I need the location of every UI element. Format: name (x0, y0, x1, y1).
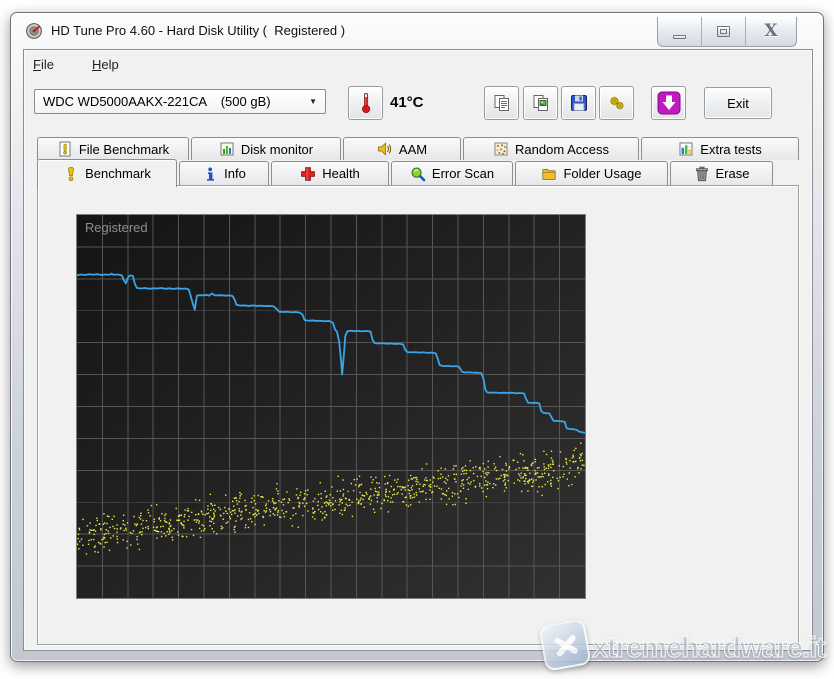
app-icon (25, 22, 43, 40)
file-benchmark-icon (57, 141, 73, 157)
minimize-button[interactable] (658, 17, 702, 46)
tab-label: File Benchmark (78, 141, 170, 157)
menu-item-help[interactable]: Help (84, 55, 127, 77)
save-icon (570, 94, 588, 112)
menubar: File Help (25, 55, 127, 77)
caption-buttons: X (657, 17, 797, 47)
tab-info[interactable]: Info (179, 161, 269, 185)
copy-text-button[interactable] (484, 86, 519, 120)
tab-row-secondary: File Benchmark Disk monitor AAM Random Acce… (37, 137, 799, 160)
tab-erase[interactable]: Erase (670, 161, 773, 185)
tab-disk-monitor[interactable]: Disk monitor (191, 137, 341, 160)
window-title: HD Tune Pro 4.60 - Hard Disk Utility ( R… (51, 23, 346, 38)
temperature-button[interactable] (348, 86, 383, 120)
app-window: HD Tune Pro 4.60 - Hard Disk Utility ( R… (10, 12, 824, 662)
tab-error-scan[interactable]: Error Scan (391, 161, 513, 185)
update-button[interactable] (651, 86, 686, 120)
tab-label: Info (224, 166, 246, 181)
copy-image-button[interactable] (523, 86, 558, 120)
tab-label: AAM (398, 141, 428, 157)
svg-text:Registered: Registered (85, 220, 148, 235)
benchmark-icon (63, 166, 79, 182)
folder-usage-icon (541, 166, 557, 182)
close-icon: X (764, 21, 778, 41)
tab-extra-tests[interactable]: Extra tests (641, 137, 799, 160)
erase-icon (694, 166, 710, 182)
aam-icon (377, 141, 393, 157)
error-scan-icon (410, 166, 426, 182)
exit-button-label: Exit (727, 95, 749, 111)
benchmark-chart-plot: Registered (76, 214, 586, 599)
health-icon (300, 166, 316, 182)
tab-file-benchmark[interactable]: File Benchmark (37, 137, 189, 160)
thermometer-icon (358, 92, 374, 114)
tab-benchmark[interactable]: Benchmark (37, 159, 177, 187)
tab-folder-usage[interactable]: Folder Usage (515, 161, 668, 185)
tab-aam[interactable]: AAM (343, 137, 461, 160)
tab-label: Random Access (515, 141, 609, 157)
menu-item-file[interactable]: File (25, 55, 62, 77)
tab-label: Folder Usage (563, 166, 642, 181)
chevron-down-icon: ▼ (309, 97, 317, 106)
tab-row-primary: Benchmark Info Health Error Scan Folder Usag… (37, 159, 773, 187)
close-button[interactable]: X (746, 17, 796, 46)
tab-label: Health (322, 166, 360, 181)
tab-label: Benchmark (85, 166, 151, 181)
titlebar: HD Tune Pro 4.60 - Hard Disk Utility ( R… (11, 13, 823, 49)
maximize-icon (717, 26, 730, 37)
tab-label: Erase (715, 166, 750, 181)
random-access-icon (493, 141, 509, 157)
drive-selector-value: WDC WD5000AAKX-221CA (500 gB) (43, 94, 271, 109)
extra-tests-icon (678, 141, 694, 157)
update-icon (657, 91, 681, 115)
minimize-icon (673, 34, 686, 39)
tab-random-access[interactable]: Random Access (463, 137, 639, 160)
tab-label: Extra tests (700, 141, 762, 157)
info-icon (202, 166, 218, 182)
temperature-label: 41°C (390, 94, 424, 111)
tab-health[interactable]: Health (271, 161, 389, 185)
tab-label: Disk monitor (240, 141, 314, 157)
drive-selector[interactable]: WDC WD5000AAKX-221CA (500 gB) ▼ (34, 89, 326, 114)
maximize-button[interactable] (702, 17, 746, 46)
copy-image-icon (532, 94, 550, 112)
options-icon (608, 94, 626, 112)
exit-button[interactable]: Exit (704, 87, 772, 119)
tab-label: Error Scan (431, 166, 495, 181)
copy-text-icon (493, 94, 511, 112)
disk-monitor-icon (219, 141, 235, 157)
save-button[interactable] (561, 86, 596, 120)
options-button[interactable] (599, 86, 634, 120)
